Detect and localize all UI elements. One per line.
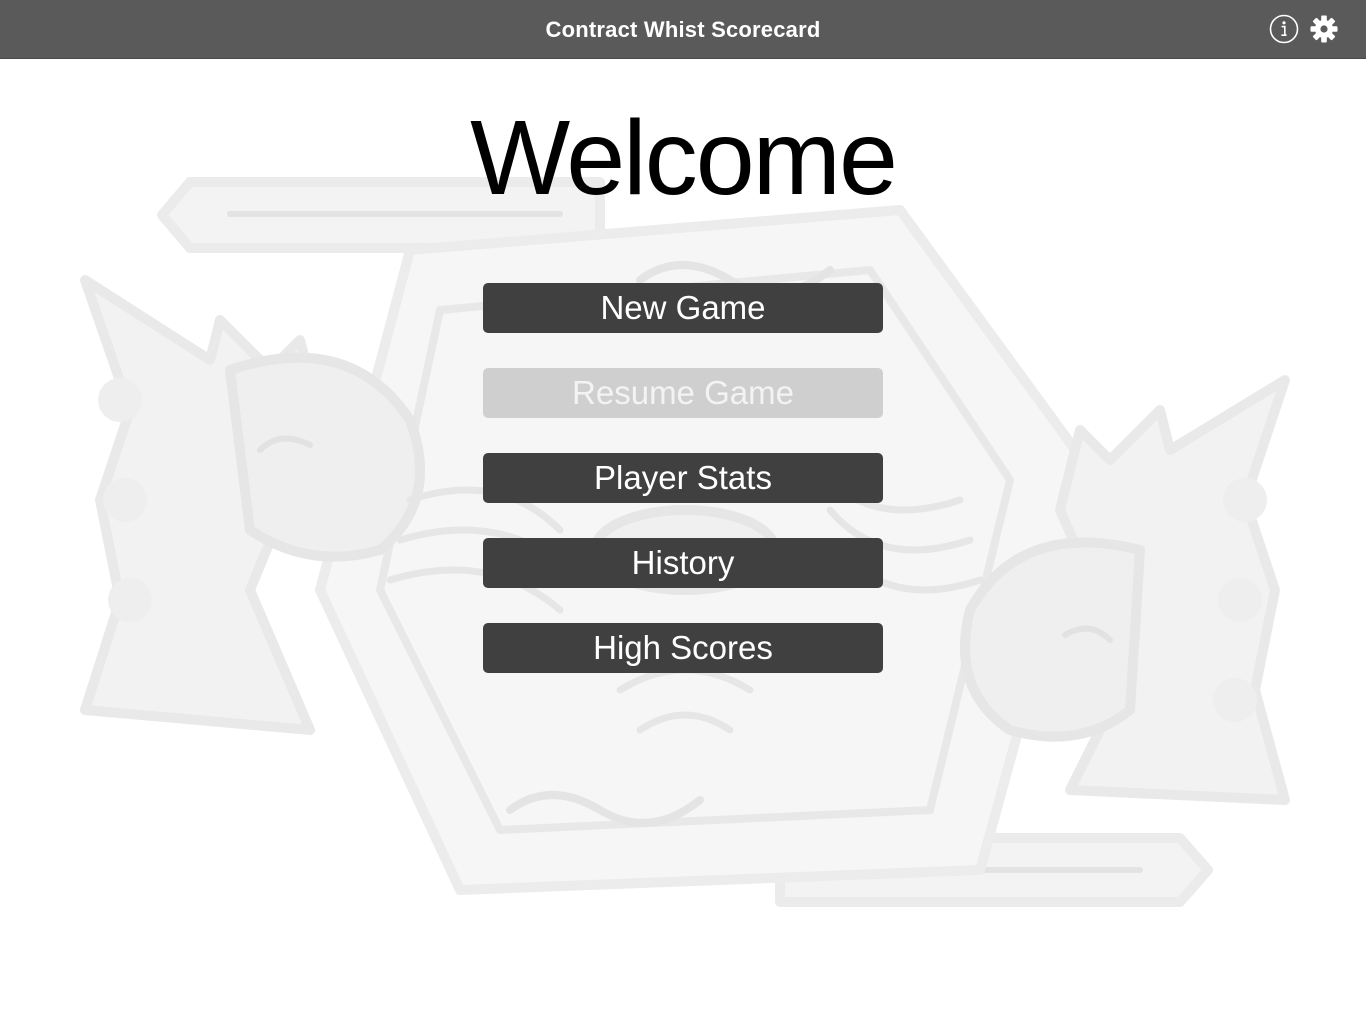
- settings-button[interactable]: [1307, 12, 1341, 46]
- gear-icon: [1310, 15, 1338, 43]
- new-game-button[interactable]: New Game: [483, 283, 883, 333]
- player-stats-button[interactable]: Player Stats: [483, 453, 883, 503]
- high-scores-button[interactable]: High Scores: [483, 623, 883, 673]
- main-menu: New Game Resume Game Player Stats Histor…: [483, 283, 883, 708]
- navigation-bar: Contract Whist Scorecard: [0, 0, 1366, 59]
- nav-title: Contract Whist Scorecard: [545, 17, 821, 42]
- info-button[interactable]: [1267, 12, 1301, 46]
- info-circle-icon: [1269, 14, 1299, 44]
- welcome-heading: Welcome: [470, 99, 898, 217]
- app-screen: Contract Whist Scorecard Welcome New Gam…: [0, 0, 1366, 1024]
- history-button[interactable]: History: [483, 538, 883, 588]
- resume-game-button[interactable]: Resume Game: [483, 368, 883, 418]
